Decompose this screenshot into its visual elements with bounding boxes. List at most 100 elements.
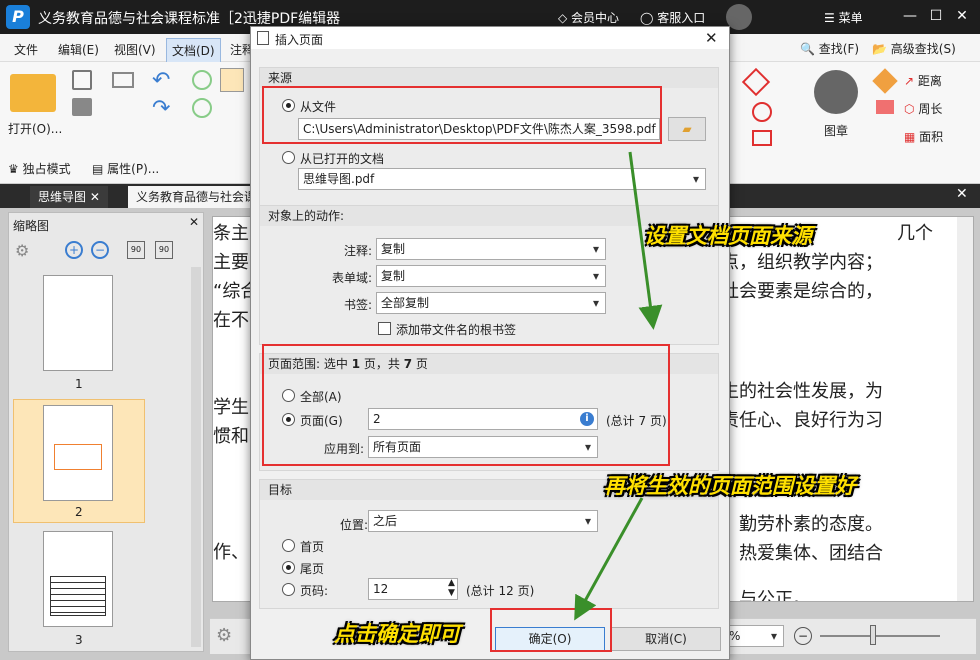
menu-edit[interactable]: 编辑(E) [58,41,99,58]
zoom-slider-thumb[interactable] [870,625,876,645]
zoom-slider[interactable] [820,635,940,637]
page-thumbnail[interactable] [43,531,113,627]
zoom-in-icon[interactable]: + [65,241,83,259]
find-button[interactable]: 🔍 查找(F) [800,40,859,57]
page-number-label: 3 [75,633,83,647]
doc-line: 社会要素是综合的， [721,281,883,302]
service-link[interactable]: ◯ 客服入口 [640,9,705,26]
thumbnail-highlight-box [54,444,102,470]
dialog-title-bar: 插入页面 ✕ [251,27,729,49]
dialog-close-icon[interactable]: ✕ [705,29,718,47]
annotation-select[interactable]: 复制 [376,238,606,260]
advanced-find-button[interactable]: 📂 高级查找(S) [872,40,956,57]
back-icon[interactable] [192,70,212,90]
open-doc-select[interactable]: 思维导图.pdf [298,168,706,190]
stamp-label[interactable]: 图章 [824,122,848,139]
pencil-icon[interactable] [872,68,898,94]
pane-close-icon[interactable]: ✕ [189,215,199,229]
print-icon[interactable] [72,98,92,116]
area-tool[interactable]: ▦ 面积 [904,128,943,145]
doc-line: 勤劳朴素的态度。 [739,514,883,535]
menu-document[interactable]: 文档(D) [166,38,221,63]
properties-button[interactable]: ▤ 属性(P)... [92,160,159,177]
last-page-label[interactable]: 尾页 [300,560,324,577]
doc-line: 责任心、良好行为习 [721,410,883,431]
page-thumbnail-selected[interactable] [43,405,113,501]
rotate-right-icon[interactable]: 90 [155,241,173,259]
from-open-doc-label[interactable]: 从已打开的文档 [300,150,384,167]
annotation-set-range: 再将生效的页面范围设置好 [604,474,856,498]
browse-folder-icon[interactable]: ▰ [668,117,706,141]
undo-icon[interactable]: ↶ [152,68,170,93]
vip-center-link[interactable]: ◇ 会员中心 [558,9,619,26]
first-page-label[interactable]: 首页 [300,538,324,555]
zoom-out-icon[interactable]: − [91,241,109,259]
status-settings-icon[interactable]: ⚙ [216,625,232,646]
maximize-icon[interactable]: ☐ [926,6,946,26]
thumbnail-table [50,576,106,616]
window-title: 义务教育品德与社会课程标准［2迅捷PDF编辑器 [38,11,341,27]
redo-icon[interactable]: ↷ [152,96,170,121]
position-select[interactable]: 之后 [368,510,598,532]
from-open-doc-radio[interactable] [282,151,295,164]
stamp-icon[interactable] [814,70,858,114]
perimeter-tool[interactable]: ⬡ 周长 [904,100,942,117]
annotation-label: 注释: [343,244,372,258]
bookmark-label: 书签: [343,298,372,312]
source-group-title: 来源 [260,68,718,88]
root-bookmark-checkbox[interactable] [378,322,391,335]
doc-line: 几个 [897,223,933,244]
form-field-select[interactable]: 复制 [376,265,606,287]
highlight-ok-box [490,608,612,652]
page-thumbnail[interactable] [43,275,113,371]
close-tab-icon[interactable]: ✕ [956,186,968,202]
app-logo-icon: P [6,5,30,29]
distance-icon: ↗ [904,74,915,88]
perimeter-icon: ⬡ [904,102,915,116]
thumbnail-scrollbar[interactable] [191,267,201,647]
first-page-radio[interactable] [282,539,295,552]
solo-mode-button[interactable]: ♛ 独占模式 [8,160,71,177]
forward-icon[interactable] [192,98,212,118]
ellipse-tool-icon[interactable] [752,102,772,122]
properties-icon: ▤ [92,162,104,176]
page-number-stepper[interactable]: 12 [368,578,458,600]
page-icon [257,31,269,45]
doc-line: 生的社会性发展，为 [721,381,883,402]
rectangle-tool-icon[interactable] [752,130,772,146]
minimize-icon[interactable]: — [900,6,920,26]
open-folder-icon[interactable] [10,74,56,112]
page-number-field-label[interactable]: 页码: [300,582,328,599]
cancel-button[interactable]: 取消(C) [611,627,721,651]
doc-line: 与公正。 [739,589,811,602]
open-button-label[interactable]: 打开(O)... [8,120,62,137]
zoom-out-status-icon[interactable]: − [794,627,812,645]
close-icon[interactable]: ✕ [952,6,972,26]
shape-tool-icon[interactable] [741,67,771,97]
page-number-total: (总计 12 页) [466,584,535,598]
menu-file[interactable]: 文件 [14,41,38,58]
zoom-select[interactable]: % [724,625,784,647]
doc-scrollbar[interactable] [957,217,973,601]
stepper-arrows-icon[interactable]: ▲ ▼ [448,578,455,598]
root-bookmark-label[interactable]: 添加带文件名的根书签 [396,321,516,338]
email-icon[interactable] [112,72,134,88]
last-page-radio[interactable] [282,561,295,574]
eraser-icon[interactable] [876,100,894,114]
menu-view[interactable]: 视图(V) [114,41,156,58]
distance-tool[interactable]: ↗ 距离 [904,72,942,89]
position-label: 位置: [339,518,368,532]
save-icon[interactable] [72,70,92,90]
hand-tool-icon[interactable] [220,68,244,92]
tab-mindmap[interactable]: 思维导图 ✕ [30,186,108,208]
page-number-radio[interactable] [282,583,295,596]
menu-button[interactable]: ☰ 菜单 [824,9,863,26]
bookmark-select[interactable]: 全部复制 [376,292,606,314]
settings-gear-icon[interactable]: ⚙ [15,241,29,260]
doc-line: 热爱集体、团结合 [739,543,883,564]
tab-course-standard[interactable]: 义务教育品德与社会课 [128,186,265,208]
crown-icon: ♛ [8,162,19,176]
area-icon: ▦ [904,130,916,144]
rotate-left-icon[interactable]: 90 [127,241,145,259]
highlight-range-box [262,344,670,466]
